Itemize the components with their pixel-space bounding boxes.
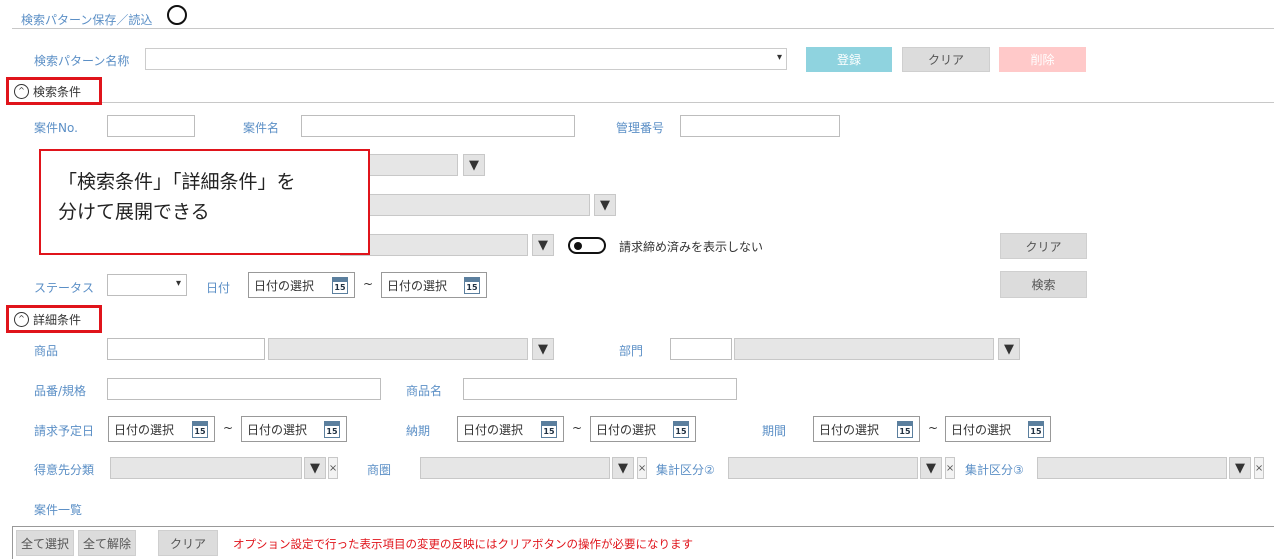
- pattern-clear-button[interactable]: クリア: [902, 47, 990, 72]
- dropdown-triangle-icon[interactable]: ▼: [998, 338, 1020, 360]
- calendar-icon: 15: [324, 421, 340, 438]
- billing-date-to[interactable]: 日付の選択 15: [241, 416, 347, 442]
- dropdown-triangle-icon[interactable]: ▼: [920, 457, 942, 479]
- customer-class-select[interactable]: [110, 457, 302, 479]
- dropdown-triangle-icon[interactable]: ▼: [532, 338, 554, 360]
- mgmt-no-label: 管理番号: [616, 121, 665, 135]
- deselect-all-button[interactable]: 全て解除: [78, 530, 136, 556]
- date-to-picker[interactable]: 日付の選択 15: [381, 272, 487, 298]
- date-range-tilde: ~: [572, 421, 583, 435]
- hide-closed-label: 請求締め済みを表示しない: [619, 240, 764, 254]
- dropdown-triangle-icon[interactable]: ▼: [304, 457, 326, 479]
- search-clear-button[interactable]: クリア: [1000, 233, 1087, 259]
- search-divider: [102, 102, 1274, 103]
- mgmt-no-input[interactable]: [680, 115, 840, 137]
- aggregation3-label: 集計区分③: [965, 463, 1024, 477]
- option-note: オプション設定で行った表示項目の変更の反映にはクリアボタンの操作が必要になります: [233, 537, 693, 551]
- list-clear-button[interactable]: クリア: [158, 530, 218, 556]
- help-icon[interactable]: [167, 5, 187, 25]
- trade-area-select[interactable]: [420, 457, 610, 479]
- part-no-label: 品番/規格: [34, 384, 87, 398]
- dropdown-triangle-icon[interactable]: ▼: [532, 234, 554, 256]
- detail-conditions-title: 詳細条件: [33, 312, 82, 327]
- chevron-down-icon: ▾: [776, 52, 782, 63]
- pattern-name-select[interactable]: ▾: [145, 48, 787, 70]
- case-no-input[interactable]: [107, 115, 195, 137]
- calendar-icon: 15: [1028, 421, 1044, 438]
- status-label: ステータス: [34, 281, 95, 295]
- billing-date-label: 請求予定日: [34, 424, 95, 438]
- calendar-icon: 15: [541, 421, 557, 438]
- page-title: 検索パターン保存／読込: [21, 13, 153, 27]
- delivery-label: 納期: [406, 424, 431, 438]
- collapse-up-icon: ^: [14, 83, 29, 99]
- department-code-input[interactable]: [670, 338, 732, 360]
- delete-button[interactable]: 削除: [999, 47, 1086, 72]
- part-no-input[interactable]: [107, 378, 381, 400]
- date-range-tilde: ~: [928, 421, 939, 435]
- product-name-label: 商品名: [406, 384, 443, 398]
- product-code-input[interactable]: [107, 338, 265, 360]
- aggregation2-label: 集計区分②: [656, 463, 715, 477]
- hide-closed-toggle[interactable]: [568, 237, 606, 254]
- search-conditions-title: 検索条件: [33, 84, 82, 99]
- pattern-name-label: 検索パターン名称: [34, 54, 130, 68]
- chevron-down-icon: ▾: [175, 278, 181, 289]
- close-icon[interactable]: ×: [637, 457, 647, 479]
- calendar-icon: 15: [897, 421, 913, 438]
- case-list-title: 案件一覧: [34, 503, 83, 517]
- product-label: 商品: [34, 344, 59, 358]
- detail-conditions-toggle[interactable]: ^ 詳細条件: [6, 305, 102, 333]
- date-label: 日付: [206, 281, 231, 295]
- close-icon[interactable]: ×: [1254, 457, 1264, 479]
- product-select[interactable]: [268, 338, 528, 360]
- trade-area-label: 商圏: [367, 463, 392, 477]
- aggregation2-select[interactable]: [728, 457, 918, 479]
- close-icon[interactable]: ×: [945, 457, 955, 479]
- date-range-tilde: ~: [363, 277, 374, 291]
- delivery-date-to[interactable]: 日付の選択 15: [590, 416, 696, 442]
- date-range-tilde: ~: [223, 421, 234, 435]
- date-from-picker[interactable]: 日付の選択 15: [248, 272, 355, 298]
- calendar-icon: 15: [673, 421, 689, 438]
- department-label: 部門: [619, 344, 644, 358]
- search-button[interactable]: 検索: [1000, 271, 1087, 298]
- calendar-icon: 15: [192, 421, 208, 438]
- dropdown-triangle-icon[interactable]: ▼: [1229, 457, 1251, 479]
- register-button[interactable]: 登録: [806, 47, 892, 72]
- collapse-up-icon: ^: [14, 311, 29, 327]
- case-name-input[interactable]: [301, 115, 575, 137]
- select-all-button[interactable]: 全て選択: [16, 530, 74, 556]
- product-name-input[interactable]: [463, 378, 737, 400]
- search-conditions-toggle[interactable]: ^ 検索条件: [6, 77, 102, 105]
- customer-class-label: 得意先分類: [34, 463, 95, 477]
- billing-date-from[interactable]: 日付の選択 15: [108, 416, 215, 442]
- status-select[interactable]: ▾: [107, 274, 187, 296]
- dropdown-triangle-icon[interactable]: ▼: [612, 457, 634, 479]
- case-name-label: 案件名: [243, 121, 280, 135]
- case-no-label: 案件No.: [34, 121, 78, 135]
- dropdown-triangle-icon[interactable]: ▼: [594, 194, 616, 216]
- calendar-icon: 15: [332, 277, 348, 294]
- close-icon[interactable]: ×: [328, 457, 338, 479]
- callout-box: 「検索条件」「詳細条件」を 分けて展開できる: [39, 149, 370, 255]
- department-select[interactable]: [734, 338, 994, 360]
- period-date-to[interactable]: 日付の選択 15: [945, 416, 1051, 442]
- calendar-icon: 15: [464, 277, 480, 294]
- hidden-select-2[interactable]: [340, 194, 590, 216]
- period-date-from[interactable]: 日付の選択 15: [813, 416, 920, 442]
- header-divider: [12, 28, 1274, 29]
- aggregation3-select[interactable]: [1037, 457, 1227, 479]
- toggle-knob: [574, 242, 582, 250]
- delivery-date-from[interactable]: 日付の選択 15: [457, 416, 564, 442]
- period-label: 期間: [762, 424, 787, 438]
- dropdown-triangle-icon[interactable]: ▼: [463, 154, 485, 176]
